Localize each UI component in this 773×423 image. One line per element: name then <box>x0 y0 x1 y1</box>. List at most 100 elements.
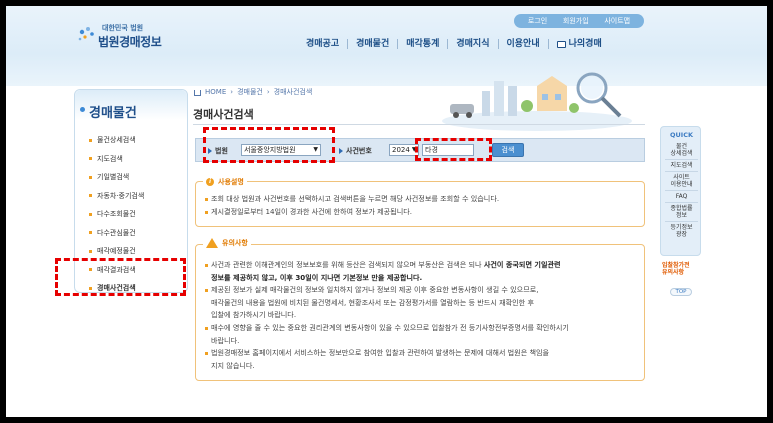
page-title: 경매사건검색 <box>193 108 254 121</box>
case-number-label-group: 사건번호 <box>339 146 372 156</box>
divider <box>665 159 698 160</box>
main-nav: 경매공고 경매물건 매각통계 경매지식 이용안내 나의경매 <box>298 36 610 52</box>
highlight-court-select <box>203 127 335 163</box>
usage-header: i 사용설명 <box>203 177 247 187</box>
sidebar-item-most-viewed[interactable]: 다수조회물건 <box>89 205 144 224</box>
quick-item-label: 물건 <box>675 143 688 150</box>
breadcrumb-items[interactable]: 경매물건 <box>237 87 263 97</box>
caution-line: 제공된 정보가 실제 매각물건의 정보와 일치하지 않거나 정보의 제공 이후 … <box>205 284 569 297</box>
sidebar-item-label: 매각예정물건 <box>97 247 136 256</box>
breadcrumb-separator: › <box>266 88 270 96</box>
quick-item-label: 지도검색 <box>670 162 693 169</box>
sitemap-link[interactable]: 사이트맵 <box>604 16 630 26</box>
bullet-icon <box>89 194 92 198</box>
usage-title: 사용설명 <box>218 178 244 186</box>
sidebar-item-label: 자동차·중기검색 <box>97 191 145 200</box>
caution-line: 바랍니다. <box>211 335 240 345</box>
sidebar-item-label: 다수관심물건 <box>97 228 136 237</box>
side-nav-title: 경매물건 <box>89 106 137 121</box>
site-logo[interactable]: 대한민국 법원 법원경매정보 <box>76 20 186 50</box>
browser-page: 대한민국 법원 법원경매정보 로그인 회원가입 사이트맵 경매공고 경매물건 매… <box>6 6 767 417</box>
warning-icon <box>206 238 218 248</box>
divider <box>193 124 645 125</box>
nav-my-auction[interactable]: 나의경매 <box>547 39 610 49</box>
usage-line: 조회 대상 법원과 사건번호를 선택하시고 검색버튼을 누르면 해당 사건정보를… <box>205 193 499 206</box>
quick-item-label: 종합법률 <box>670 205 693 212</box>
quick-menu: QUICK 물건 상세검색 지도검색 사이트 이용안내 FAQ 종합법률 정보 … <box>660 126 701 256</box>
bullet-icon <box>89 157 92 161</box>
sidebar-item-label: 지도검색 <box>97 154 123 163</box>
bullet-icon <box>89 249 92 253</box>
search-button[interactable]: 검색 <box>492 143 524 157</box>
utility-menu: 로그인 회원가입 사이트맵 <box>514 14 644 28</box>
logo-subtitle: 대한민국 법원 <box>102 24 144 32</box>
login-link[interactable]: 로그인 <box>528 16 547 26</box>
quick-item-faq[interactable]: FAQ <box>663 193 700 200</box>
caution-line: 정보를 제공하지 않고, 이후 30일이 지나면 기본정보 만을 제공합니다. <box>205 272 569 285</box>
quick-item-site-guide[interactable]: 사이트 이용안내 <box>663 174 700 188</box>
bullet-icon <box>89 175 92 179</box>
divider <box>665 221 698 222</box>
logo-title: 법원경매정보 <box>98 35 162 49</box>
nav-my-auction-label: 나의경매 <box>568 39 602 49</box>
court-emblem-icon <box>78 27 94 41</box>
book-icon <box>556 40 566 48</box>
sidebar-item-detail-search[interactable]: 물건상세검색 <box>89 131 144 150</box>
quick-item-map-search[interactable]: 지도검색 <box>663 162 700 169</box>
caution-line: 매각물건의 내용을 법원에 비치된 물건명세서, 현황조사서 또는 감정평가서를… <box>211 297 534 307</box>
notice-line: 입찰참가전 <box>662 262 690 269</box>
quick-item-detail-search[interactable]: 물건 상세검색 <box>663 143 700 157</box>
breadcrumb-separator: › <box>230 88 234 96</box>
sidebar-item-label: 기일별검색 <box>97 173 130 182</box>
home-icon <box>194 90 201 96</box>
quick-item-label: 광장 <box>675 231 688 238</box>
caution-line: 매수에 영향을 줄 수 있는 중요한 권리관계의 변동사항이 있을 수 있으므로… <box>205 322 569 335</box>
info-icon: i <box>206 178 214 186</box>
caution-line: 법원경매정보 홈페이지에서 서비스하는 정보만으로 참여한 입찰과 관련하여 발… <box>205 347 569 360</box>
highlight-case-number-input <box>415 138 492 161</box>
caution-title: 유의사항 <box>222 239 248 247</box>
notice-line: 유의사항 <box>662 269 685 276</box>
nav-auction-items[interactable]: 경매물건 <box>347 39 397 49</box>
nav-auction-notice[interactable]: 경매공고 <box>298 39 347 49</box>
top-button[interactable]: TOP <box>670 288 692 296</box>
bullet-icon <box>89 138 92 142</box>
breadcrumb-home[interactable]: HOME <box>205 88 226 96</box>
caution-line: 지지 않습니다. <box>211 360 255 370</box>
usage-list: 조회 대상 법원과 사건번호를 선택하시고 검색버튼을 누르면 해당 사건정보를… <box>205 193 499 218</box>
quick-item-label: 사이트 <box>673 174 690 181</box>
bid-notice-link[interactable]: 입찰참가전 유의사항 <box>662 262 690 276</box>
hero-illustration <box>442 72 632 131</box>
quick-item-label: 등기정보 <box>670 224 693 231</box>
caution-emphasis: 사건이 종국되면 기일관련 <box>483 260 561 269</box>
signup-link[interactable]: 회원가입 <box>563 16 589 26</box>
quick-item-law-info[interactable]: 종합법률 정보 <box>663 205 700 219</box>
caution-box: 유의사항 사건과 관련한 이해관계인의 정보보호를 위해 등산은 검색되지 않으… <box>195 238 645 381</box>
breadcrumb-current: 경매사건검색 <box>273 88 313 96</box>
nav-auction-knowledge[interactable]: 경매지식 <box>447 39 497 49</box>
nav-guide[interactable]: 이용안내 <box>497 39 548 49</box>
year-select-value: 2024 <box>392 146 410 154</box>
arrow-icon <box>339 148 343 154</box>
highlight-case-search <box>55 258 186 296</box>
divider <box>665 190 698 191</box>
quick-item-label: 이용안내 <box>670 181 693 188</box>
nav-sale-stats[interactable]: 매각통계 <box>397 39 447 49</box>
site-header: 대한민국 법원 법원경매정보 로그인 회원가입 사이트맵 경매공고 경매물건 매… <box>6 6 767 86</box>
bullet-icon <box>89 212 92 216</box>
quick-item-registry-info[interactable]: 등기정보 광장 <box>663 224 700 238</box>
sidebar-item-map-search[interactable]: 지도검색 <box>89 150 144 169</box>
sidebar-item-most-favorited[interactable]: 다수관심물건 <box>89 224 144 243</box>
sidebar-item-date-search[interactable]: 기일별검색 <box>89 168 144 187</box>
sidebar-item-vehicle-search[interactable]: 자동차·중기검색 <box>89 187 144 206</box>
caution-line: 사건과 관련한 이해관계인의 정보보호를 위해 등산은 검색되지 않으며 부동산… <box>205 259 569 272</box>
sidebar-item-label: 물건상세검색 <box>97 136 136 145</box>
caution-emphasis: 정보를 제공하지 않고, 이후 30일이 지나면 기본정보 만을 제공합니다. <box>211 272 423 282</box>
quick-item-label: 정보 <box>675 212 688 219</box>
caution-text: 사건과 관련한 이해관계인의 정보보호를 위해 등산은 검색되지 않으며 부동산… <box>211 260 484 269</box>
quick-item-label: FAQ <box>675 193 688 200</box>
caution-line: 입찰에 참가하시기 바랍니다. <box>211 310 297 320</box>
divider <box>665 202 698 203</box>
caution-list: 사건과 관련한 이해관계인의 정보보호를 위해 등산은 검색되지 않으며 부동산… <box>205 259 569 372</box>
sidebar-item-label: 다수조회물건 <box>97 210 136 219</box>
